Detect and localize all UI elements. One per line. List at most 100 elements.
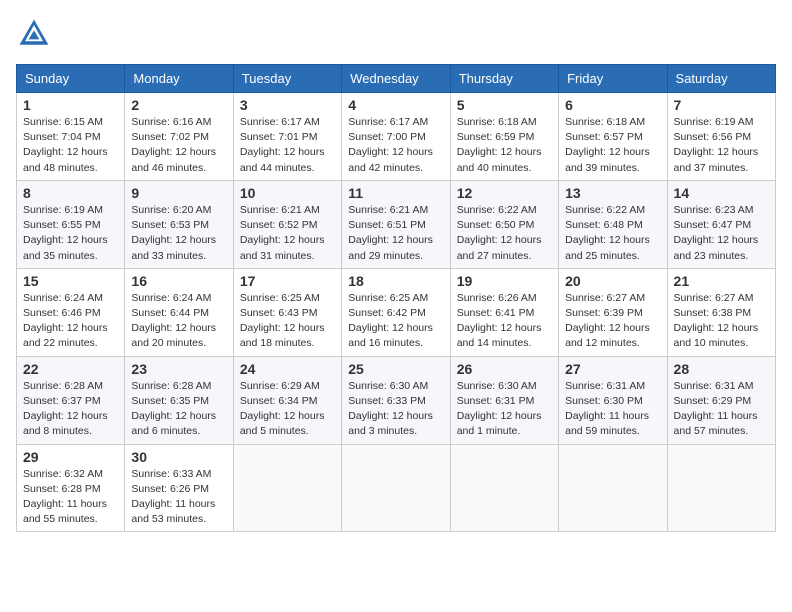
- calendar-header-thursday: Thursday: [450, 65, 558, 93]
- day-info: Sunrise: 6:28 AMSunset: 6:37 PMDaylight:…: [23, 379, 118, 440]
- day-info: Sunrise: 6:25 AMSunset: 6:43 PMDaylight:…: [240, 291, 335, 352]
- calendar-cell: [667, 444, 775, 532]
- calendar-header-sunday: Sunday: [17, 65, 125, 93]
- day-info: Sunrise: 6:27 AMSunset: 6:39 PMDaylight:…: [565, 291, 660, 352]
- page-header: [16, 16, 776, 52]
- day-info: Sunrise: 6:15 AMSunset: 7:04 PMDaylight:…: [23, 115, 118, 176]
- day-number: 25: [348, 361, 443, 377]
- calendar-cell: 12 Sunrise: 6:22 AMSunset: 6:50 PMDayligh…: [450, 180, 558, 268]
- day-number: 7: [674, 97, 769, 113]
- calendar-cell: [233, 444, 341, 532]
- calendar-cell: 21 Sunrise: 6:27 AMSunset: 6:38 PMDayligh…: [667, 268, 775, 356]
- calendar-cell: [450, 444, 558, 532]
- calendar-cell: 11Sunrise: 6:21 AMSunset: 6:51 PMDayligh…: [342, 180, 450, 268]
- calendar-header-tuesday: Tuesday: [233, 65, 341, 93]
- calendar-cell: 1 Sunrise: 6:15 AMSunset: 7:04 PMDaylight…: [17, 93, 125, 181]
- day-info: Sunrise: 6:25 AMSunset: 6:42 PMDaylight:…: [348, 291, 443, 352]
- calendar-week-row: 29 Sunrise: 6:32 AMSunset: 6:28 PMDayligh…: [17, 444, 776, 532]
- day-info: Sunrise: 6:26 AMSunset: 6:41 PMDaylight:…: [457, 291, 552, 352]
- day-info: Sunrise: 6:30 AMSunset: 6:31 PMDaylight:…: [457, 379, 552, 440]
- day-number: 28: [674, 361, 769, 377]
- day-number: 18: [348, 273, 443, 289]
- calendar-header-friday: Friday: [559, 65, 667, 93]
- day-number: 3: [240, 97, 335, 113]
- day-info: Sunrise: 6:18 AMSunset: 6:57 PMDaylight:…: [565, 115, 660, 176]
- calendar-cell: 2 Sunrise: 6:16 AMSunset: 7:02 PMDaylight…: [125, 93, 233, 181]
- calendar-week-row: 22 Sunrise: 6:28 AMSunset: 6:37 PMDayligh…: [17, 356, 776, 444]
- calendar-cell: 23 Sunrise: 6:28 AMSunset: 6:35 PMDayligh…: [125, 356, 233, 444]
- day-number: 17: [240, 273, 335, 289]
- day-number: 2: [131, 97, 226, 113]
- day-info: Sunrise: 6:31 AMSunset: 6:29 PMDaylight:…: [674, 379, 769, 440]
- calendar-cell: 15 Sunrise: 6:24 AMSunset: 6:46 PMDayligh…: [17, 268, 125, 356]
- day-info: Sunrise: 6:32 AMSunset: 6:28 PMDaylight:…: [23, 467, 118, 528]
- calendar-week-row: 15 Sunrise: 6:24 AMSunset: 6:46 PMDayligh…: [17, 268, 776, 356]
- day-number: 29: [23, 449, 118, 465]
- calendar-table: SundayMondayTuesdayWednesdayThursdayFrid…: [16, 64, 776, 532]
- day-info: Sunrise: 6:28 AMSunset: 6:35 PMDaylight:…: [131, 379, 226, 440]
- day-info: Sunrise: 6:31 AMSunset: 6:30 PMDaylight:…: [565, 379, 660, 440]
- day-number: 21: [674, 273, 769, 289]
- calendar-cell: 17 Sunrise: 6:25 AMSunset: 6:43 PMDayligh…: [233, 268, 341, 356]
- day-info: Sunrise: 6:16 AMSunset: 7:02 PMDaylight:…: [131, 115, 226, 176]
- day-info: Sunrise: 6:19 AMSunset: 6:56 PMDaylight:…: [674, 115, 769, 176]
- calendar-cell: 13 Sunrise: 6:22 AMSunset: 6:48 PMDayligh…: [559, 180, 667, 268]
- day-number: 16: [131, 273, 226, 289]
- calendar-cell: 19 Sunrise: 6:26 AMSunset: 6:41 PMDayligh…: [450, 268, 558, 356]
- day-info: Sunrise: 6:27 AMSunset: 6:38 PMDaylight:…: [674, 291, 769, 352]
- calendar-cell: [559, 444, 667, 532]
- day-info: Sunrise: 6:23 AMSunset: 6:47 PMDaylight:…: [674, 203, 769, 264]
- day-number: 14: [674, 185, 769, 201]
- day-number: 6: [565, 97, 660, 113]
- calendar-header-wednesday: Wednesday: [342, 65, 450, 93]
- calendar-cell: 10Sunrise: 6:21 AMSunset: 6:52 PMDayligh…: [233, 180, 341, 268]
- day-number: 20: [565, 273, 660, 289]
- day-info: Sunrise: 6:22 AMSunset: 6:50 PMDaylight:…: [457, 203, 552, 264]
- day-info: Sunrise: 6:33 AMSunset: 6:26 PMDaylight:…: [131, 467, 226, 528]
- calendar-cell: 5Sunrise: 6:18 AMSunset: 6:59 PMDaylight…: [450, 93, 558, 181]
- calendar-header-monday: Monday: [125, 65, 233, 93]
- day-number: 8: [23, 185, 118, 201]
- calendar-cell: 26 Sunrise: 6:30 AMSunset: 6:31 PMDayligh…: [450, 356, 558, 444]
- day-number: 23: [131, 361, 226, 377]
- calendar-cell: 22 Sunrise: 6:28 AMSunset: 6:37 PMDayligh…: [17, 356, 125, 444]
- logo: [16, 16, 56, 52]
- day-info: Sunrise: 6:21 AMSunset: 6:51 PMDaylight:…: [348, 203, 443, 264]
- day-number: 26: [457, 361, 552, 377]
- calendar-cell: [342, 444, 450, 532]
- day-number: 24: [240, 361, 335, 377]
- calendar-cell: 27 Sunrise: 6:31 AMSunset: 6:30 PMDayligh…: [559, 356, 667, 444]
- calendar-cell: 25Sunrise: 6:30 AMSunset: 6:33 PMDayligh…: [342, 356, 450, 444]
- day-number: 27: [565, 361, 660, 377]
- day-number: 22: [23, 361, 118, 377]
- calendar-week-row: 1 Sunrise: 6:15 AMSunset: 7:04 PMDaylight…: [17, 93, 776, 181]
- calendar-cell: 6 Sunrise: 6:18 AMSunset: 6:57 PMDaylight…: [559, 93, 667, 181]
- calendar-cell: 24 Sunrise: 6:29 AMSunset: 6:34 PMDayligh…: [233, 356, 341, 444]
- day-number: 15: [23, 273, 118, 289]
- day-info: Sunrise: 6:24 AMSunset: 6:46 PMDaylight:…: [23, 291, 118, 352]
- calendar-cell: 28 Sunrise: 6:31 AMSunset: 6:29 PMDayligh…: [667, 356, 775, 444]
- calendar-cell: 8 Sunrise: 6:19 AMSunset: 6:55 PMDaylight…: [17, 180, 125, 268]
- day-info: Sunrise: 6:20 AMSunset: 6:53 PMDaylight:…: [131, 203, 226, 264]
- calendar-cell: 14 Sunrise: 6:23 AMSunset: 6:47 PMDayligh…: [667, 180, 775, 268]
- calendar-cell: 18 Sunrise: 6:25 AMSunset: 6:42 PMDayligh…: [342, 268, 450, 356]
- day-number: 1: [23, 97, 118, 113]
- day-info: Sunrise: 6:29 AMSunset: 6:34 PMDaylight:…: [240, 379, 335, 440]
- calendar-header-saturday: Saturday: [667, 65, 775, 93]
- calendar-cell: 29 Sunrise: 6:32 AMSunset: 6:28 PMDayligh…: [17, 444, 125, 532]
- day-number: 30: [131, 449, 226, 465]
- day-number: 19: [457, 273, 552, 289]
- day-info: Sunrise: 6:17 AMSunset: 7:01 PMDaylight:…: [240, 115, 335, 176]
- day-info: Sunrise: 6:18 AMSunset: 6:59 PMDaylight:…: [457, 115, 552, 176]
- day-info: Sunrise: 6:19 AMSunset: 6:55 PMDaylight:…: [23, 203, 118, 264]
- day-number: 9: [131, 185, 226, 201]
- day-number: 12: [457, 185, 552, 201]
- calendar-header-row: SundayMondayTuesdayWednesdayThursdayFrid…: [17, 65, 776, 93]
- day-number: 4: [348, 97, 443, 113]
- calendar-week-row: 8 Sunrise: 6:19 AMSunset: 6:55 PMDaylight…: [17, 180, 776, 268]
- logo-icon: [16, 16, 52, 52]
- calendar-cell: 16Sunrise: 6:24 AMSunset: 6:44 PMDayligh…: [125, 268, 233, 356]
- calendar-cell: 20 Sunrise: 6:27 AMSunset: 6:39 PMDayligh…: [559, 268, 667, 356]
- day-info: Sunrise: 6:22 AMSunset: 6:48 PMDaylight:…: [565, 203, 660, 264]
- day-number: 13: [565, 185, 660, 201]
